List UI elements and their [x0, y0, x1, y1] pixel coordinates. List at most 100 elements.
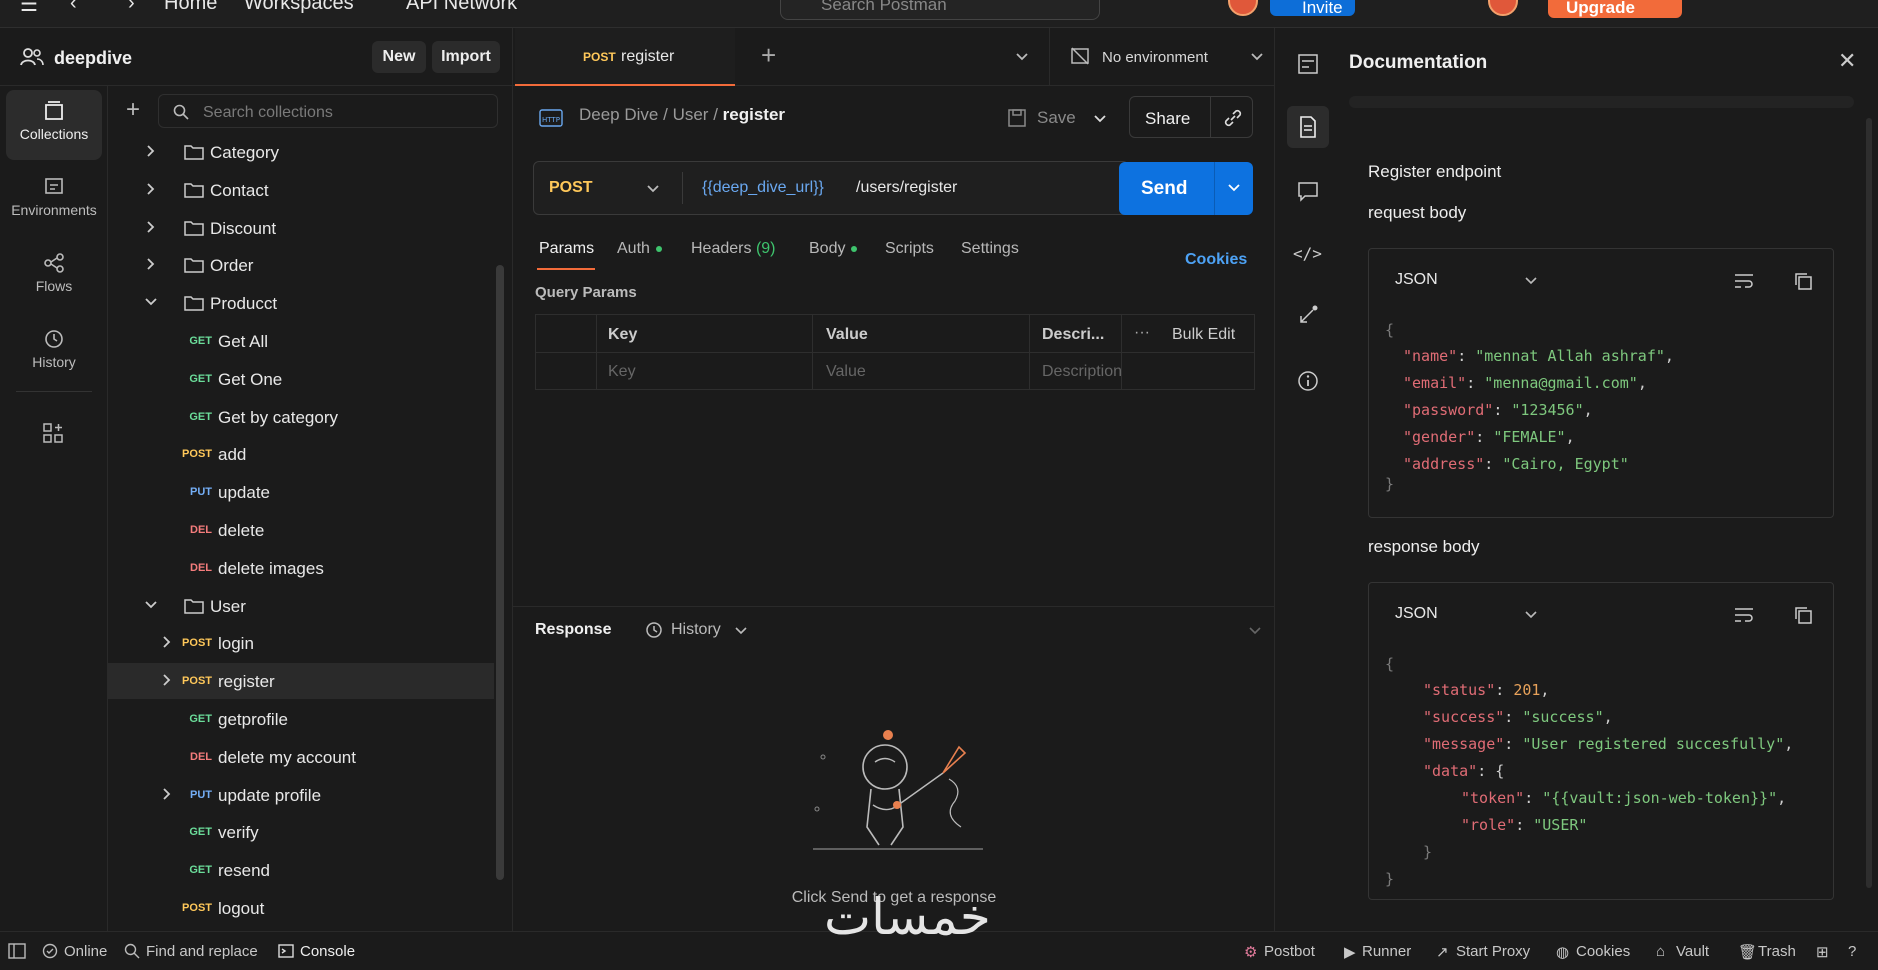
rail-collections[interactable]: Collections	[6, 90, 102, 160]
close-icon[interactable]: ✕	[1838, 48, 1856, 74]
documentation-tab[interactable]	[1287, 106, 1329, 148]
send-button[interactable]: Send	[1119, 162, 1253, 215]
cookies-link[interactable]: Cookies	[1185, 251, 1247, 269]
variables-icon[interactable]	[1297, 53, 1319, 75]
tree-request[interactable]: GET Get One	[108, 361, 494, 397]
tree-folder[interactable]: Producct	[108, 285, 494, 321]
tree-folder[interactable]: User	[108, 588, 494, 624]
response-history-button[interactable]: History	[671, 621, 721, 639]
new-button[interactable]: New	[372, 41, 426, 73]
code-format-select[interactable]: JSON	[1395, 271, 1438, 289]
environment-selector[interactable]: No environment	[1049, 28, 1275, 86]
tabs-dropdown-icon[interactable]	[1015, 52, 1029, 62]
save-button[interactable]: Save	[1037, 108, 1076, 128]
postbot-button[interactable]: Postbot	[1264, 943, 1315, 960]
key-input[interactable]: Key	[608, 363, 636, 381]
avatar[interactable]	[1228, 0, 1258, 16]
tree-request[interactable]: PUT update profile	[108, 777, 494, 813]
help-icon[interactable]: ?	[1848, 943, 1856, 960]
import-button[interactable]: Import	[432, 41, 500, 73]
vault-button[interactable]: Vault	[1676, 943, 1709, 960]
tree-folder[interactable]: Category	[108, 134, 494, 170]
chevron-down-icon[interactable]	[144, 295, 158, 309]
chevron-down-icon[interactable]	[144, 598, 158, 612]
back-icon[interactable]: ‹	[70, 0, 77, 15]
user-avatar[interactable]	[1488, 0, 1518, 16]
more-icon[interactable]: ···	[1134, 324, 1150, 342]
comments-icon[interactable]	[1297, 180, 1319, 202]
code-format-select[interactable]: JSON	[1395, 605, 1438, 623]
chevron-right-icon[interactable]	[144, 182, 158, 196]
save-options-icon[interactable]	[1093, 114, 1107, 124]
tree-folder[interactable]: Order	[108, 247, 494, 283]
tab-headers[interactable]: Headers (9)	[691, 240, 776, 258]
breadcrumb-current[interactable]: register	[723, 105, 785, 124]
doc-scrollbar[interactable]	[1866, 118, 1872, 888]
cookies-button[interactable]: Cookies	[1576, 943, 1630, 960]
find-replace-button[interactable]: Find and replace	[146, 943, 258, 960]
workspace-name[interactable]: deepdive	[54, 48, 132, 69]
link-icon[interactable]	[1222, 107, 1244, 129]
tree-request[interactable]: POST register	[108, 663, 494, 700]
api-network-link[interactable]: API Network	[406, 0, 517, 15]
share-button[interactable]: Share	[1129, 96, 1253, 138]
tree-folder[interactable]: Discount	[108, 210, 494, 246]
layout-icon[interactable]: ⊞	[1816, 943, 1829, 961]
copy-icon[interactable]	[1793, 605, 1813, 625]
tree-request[interactable]: GET Get by category	[108, 399, 494, 435]
breadcrumb-collection[interactable]: Deep Dive	[579, 105, 658, 124]
chevron-right-icon[interactable]	[144, 220, 158, 234]
home-link[interactable]: Home	[164, 0, 217, 15]
toggle-sidebar-icon[interactable]	[8, 943, 26, 959]
send-options-icon[interactable]	[1227, 183, 1241, 193]
add-collection-icon[interactable]: +	[126, 96, 140, 124]
tree-request[interactable]: GET getprofile	[108, 701, 494, 737]
url-variable[interactable]: {{deep_dive_url}}	[702, 179, 824, 197]
console-button[interactable]: Console	[300, 943, 355, 960]
tree-request[interactable]: POST add	[108, 436, 494, 472]
rail-flows[interactable]: Flows	[6, 242, 102, 312]
global-search-input[interactable]: Search Postman	[780, 0, 1100, 20]
search-collections-input[interactable]: Search collections	[158, 94, 498, 128]
tree-request[interactable]: DEL delete images	[108, 550, 494, 586]
workspaces-menu[interactable]: Workspaces	[244, 0, 354, 15]
tree-request[interactable]: PUT update	[108, 474, 494, 510]
tree-request[interactable]: GET verify	[108, 814, 494, 850]
tree-scrollbar[interactable]	[496, 265, 504, 880]
tree-request[interactable]: GET resend	[108, 852, 494, 888]
tab-params[interactable]: Params	[539, 240, 594, 258]
online-status[interactable]: Online	[64, 943, 107, 960]
method-select[interactable]: POST	[549, 179, 593, 197]
method-chevron-icon[interactable]	[646, 184, 660, 194]
start-proxy-button[interactable]: Start Proxy	[1456, 943, 1530, 960]
menu-icon[interactable]: ☰	[20, 0, 38, 17]
collapse-response-icon[interactable]	[1249, 627, 1261, 635]
tree-request[interactable]: GET Get All	[108, 323, 494, 359]
new-tab-icon[interactable]: +	[761, 40, 776, 71]
tab-register[interactable]: POST register	[515, 28, 735, 86]
code-icon[interactable]: </>	[1293, 244, 1322, 263]
tab-scripts[interactable]: Scripts	[885, 240, 934, 258]
chevron-right-icon[interactable]	[144, 144, 158, 158]
trash-button[interactable]: Trash	[1758, 943, 1796, 960]
tab-settings[interactable]: Settings	[961, 240, 1019, 258]
copy-icon[interactable]	[1793, 271, 1813, 291]
value-input[interactable]: Value	[826, 363, 866, 381]
wrap-lines-icon[interactable]	[1733, 271, 1755, 291]
url-path[interactable]: /users/register	[856, 179, 957, 197]
rail-history[interactable]: History	[6, 318, 102, 388]
invite-button[interactable]: Invite	[1270, 0, 1355, 17]
configure-sidebar-icon[interactable]	[42, 422, 64, 444]
tab-body[interactable]: Body	[809, 240, 858, 258]
runner-button[interactable]: Runner	[1362, 943, 1411, 960]
chevron-right-icon[interactable]	[144, 257, 158, 271]
tree-request[interactable]: DEL delete	[108, 512, 494, 548]
forward-icon[interactable]: ›	[128, 0, 135, 15]
wrap-lines-icon[interactable]	[1733, 605, 1755, 625]
description-input[interactable]: Description	[1042, 363, 1122, 381]
tab-auth[interactable]: Auth	[617, 240, 662, 258]
info-icon[interactable]	[1297, 370, 1319, 392]
tree-request[interactable]: POST login	[108, 625, 494, 661]
upgrade-button[interactable]: Upgrade	[1548, 0, 1682, 18]
tree-request[interactable]: POST logout	[108, 890, 494, 926]
